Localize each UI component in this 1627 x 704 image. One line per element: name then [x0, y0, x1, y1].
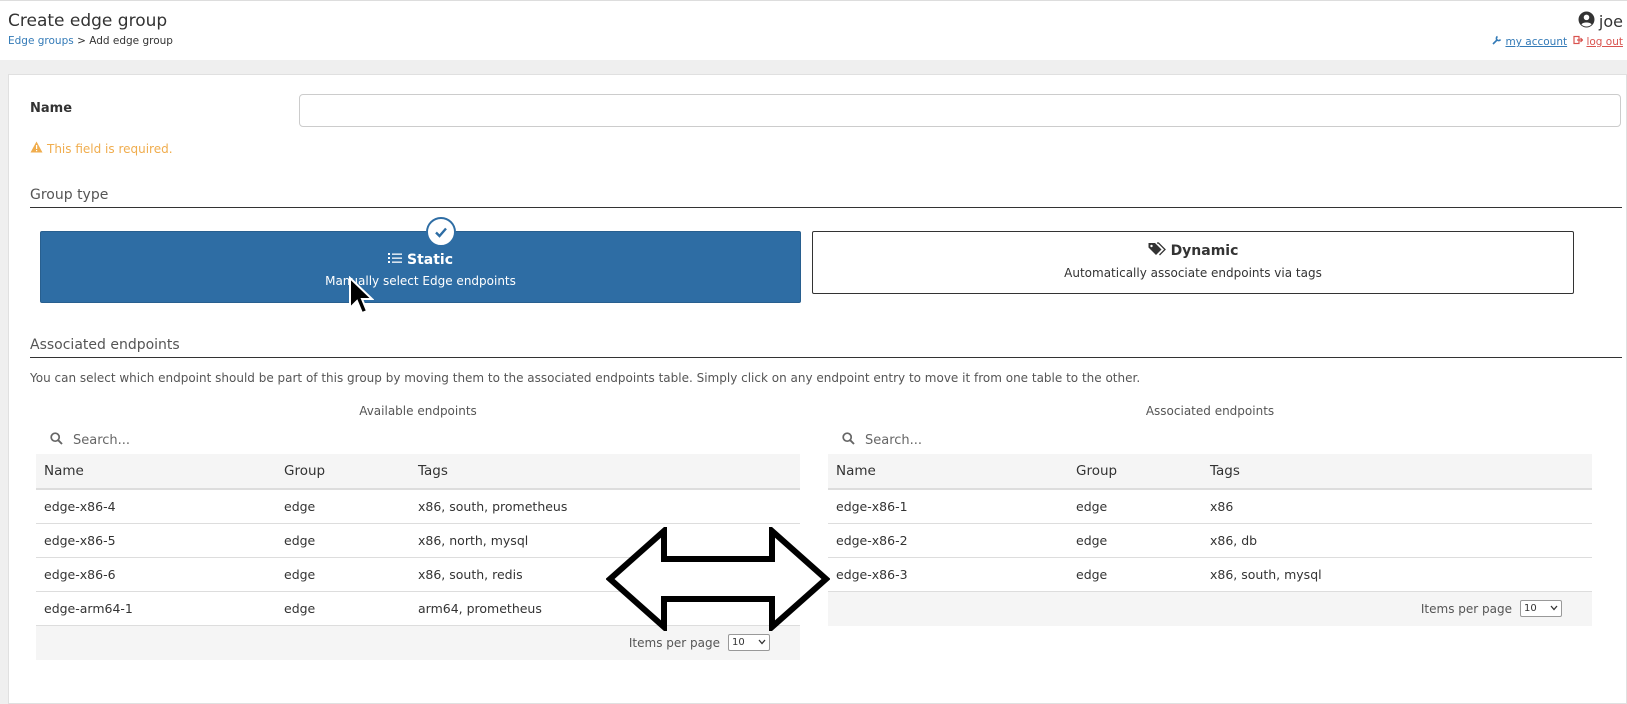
dynamic-title: Dynamic	[1170, 243, 1239, 259]
cell-tags: x86, south, mysql	[1202, 557, 1592, 592]
cell-name: edge-x86-3	[828, 557, 1068, 592]
chevron-down-icon	[1550, 603, 1558, 614]
items-per-page-select[interactable]: 10	[728, 634, 770, 651]
associated-search[interactable]: Search...	[828, 426, 1592, 454]
dynamic-option[interactable]: Dynamic Automatically associate endpoint…	[812, 231, 1574, 294]
my-account-link[interactable]: my account	[1492, 35, 1567, 48]
user-links: my account log out	[1492, 35, 1623, 48]
col-group[interactable]: Group	[276, 454, 410, 490]
cell-name: edge-arm64-1	[36, 591, 276, 626]
items-per-page-label: Items per page	[628, 635, 720, 650]
breadcrumb: Edge groups > Add edge group	[8, 35, 173, 47]
col-group[interactable]: Group	[1068, 454, 1202, 490]
check-circle-icon	[426, 217, 456, 247]
cell-group: edge	[276, 489, 410, 524]
search-icon	[50, 431, 63, 449]
table-row[interactable]: edge-x86-2 edge x86, db	[828, 523, 1592, 558]
breadcrumb-current: Add edge group	[89, 35, 173, 47]
cell-name: edge-x86-2	[828, 523, 1068, 558]
log-out-text[interactable]: log out	[1586, 36, 1623, 48]
name-label: Name	[30, 101, 73, 116]
cell-name: edge-x86-1	[828, 489, 1068, 524]
required-warning: This field is required.	[30, 141, 173, 156]
mouse-cursor-icon	[348, 275, 375, 320]
associated-endpoints-table: Associated endpoints Search... Name Grou…	[828, 404, 1592, 626]
log-out-link[interactable]: log out	[1573, 35, 1623, 48]
search-icon	[842, 431, 855, 449]
group-type-title: Group type	[30, 187, 1622, 208]
associated-header-row: Name Group Tags	[828, 454, 1592, 490]
available-header-row: Name Group Tags	[36, 454, 800, 490]
static-description: Manually select Edge endpoints	[325, 274, 516, 288]
associated-pagination: Items per page 10	[828, 591, 1592, 626]
cell-tags: x86	[1202, 489, 1592, 524]
name-input[interactable]	[299, 94, 1621, 127]
explanation-text: You can select which endpoint should be …	[30, 371, 1141, 385]
sign-out-icon	[1573, 35, 1586, 48]
col-name[interactable]: Name	[828, 454, 1068, 490]
my-account-text[interactable]: my account	[1505, 36, 1567, 48]
tags-icon	[1148, 242, 1166, 260]
cell-tags: x86, south, prometheus	[410, 489, 800, 524]
cell-group: edge	[276, 557, 410, 592]
available-endpoints-caption: Available endpoints	[359, 404, 477, 418]
col-tags[interactable]: Tags	[410, 454, 800, 490]
username: joe	[1598, 12, 1623, 31]
breadcrumb-separator: >	[73, 35, 90, 47]
items-per-page-select[interactable]: 10	[1520, 600, 1562, 617]
items-per-page-label: Items per page	[1420, 601, 1512, 616]
associated-endpoints-title: Associated endpoints	[30, 337, 1622, 358]
cell-group: edge	[1068, 523, 1202, 558]
page-header: Create edge group Edge groups > Add edge…	[0, 0, 1627, 60]
table-row[interactable]: edge-x86-4 edge x86, south, prometheus	[36, 489, 800, 524]
cell-name: edge-x86-6	[36, 557, 276, 592]
cell-name: edge-x86-4	[36, 489, 276, 524]
cell-group: edge	[276, 591, 410, 626]
list-icon	[387, 252, 402, 268]
required-warning-text: This field is required.	[47, 141, 173, 156]
available-search-input[interactable]: Search...	[73, 433, 130, 448]
breadcrumb-edge-groups-link[interactable]: Edge groups	[8, 35, 74, 47]
page-title: Create edge group	[8, 11, 168, 31]
table-row[interactable]: edge-x86-1 edge x86	[828, 489, 1592, 524]
wrench-icon	[1492, 35, 1505, 48]
chevron-down-icon	[758, 637, 766, 648]
double-arrow-icon	[605, 524, 831, 635]
user-circle-icon	[1578, 11, 1595, 32]
cell-group: edge	[276, 523, 410, 558]
available-search[interactable]: Search...	[36, 426, 800, 454]
col-tags[interactable]: Tags	[1202, 454, 1592, 490]
cell-tags: x86, db	[1202, 523, 1592, 558]
col-name[interactable]: Name	[36, 454, 276, 490]
dynamic-description: Automatically associate endpoints via ta…	[1064, 266, 1322, 280]
associated-search-input[interactable]: Search...	[865, 433, 922, 448]
static-title: Static	[406, 252, 453, 268]
items-per-page-value: 10	[1524, 603, 1537, 614]
cell-group: edge	[1068, 489, 1202, 524]
associated-endpoints-caption: Associated endpoints	[1145, 404, 1275, 418]
user-info: joe	[1578, 11, 1623, 32]
table-row[interactable]: edge-x86-3 edge x86, south, mysql	[828, 557, 1592, 592]
cell-name: edge-x86-5	[36, 523, 276, 558]
cell-group: edge	[1068, 557, 1202, 592]
items-per-page-value: 10	[732, 637, 745, 648]
warning-icon	[30, 141, 43, 156]
static-option[interactable]: Static Manually select Edge endpoints	[40, 217, 801, 303]
